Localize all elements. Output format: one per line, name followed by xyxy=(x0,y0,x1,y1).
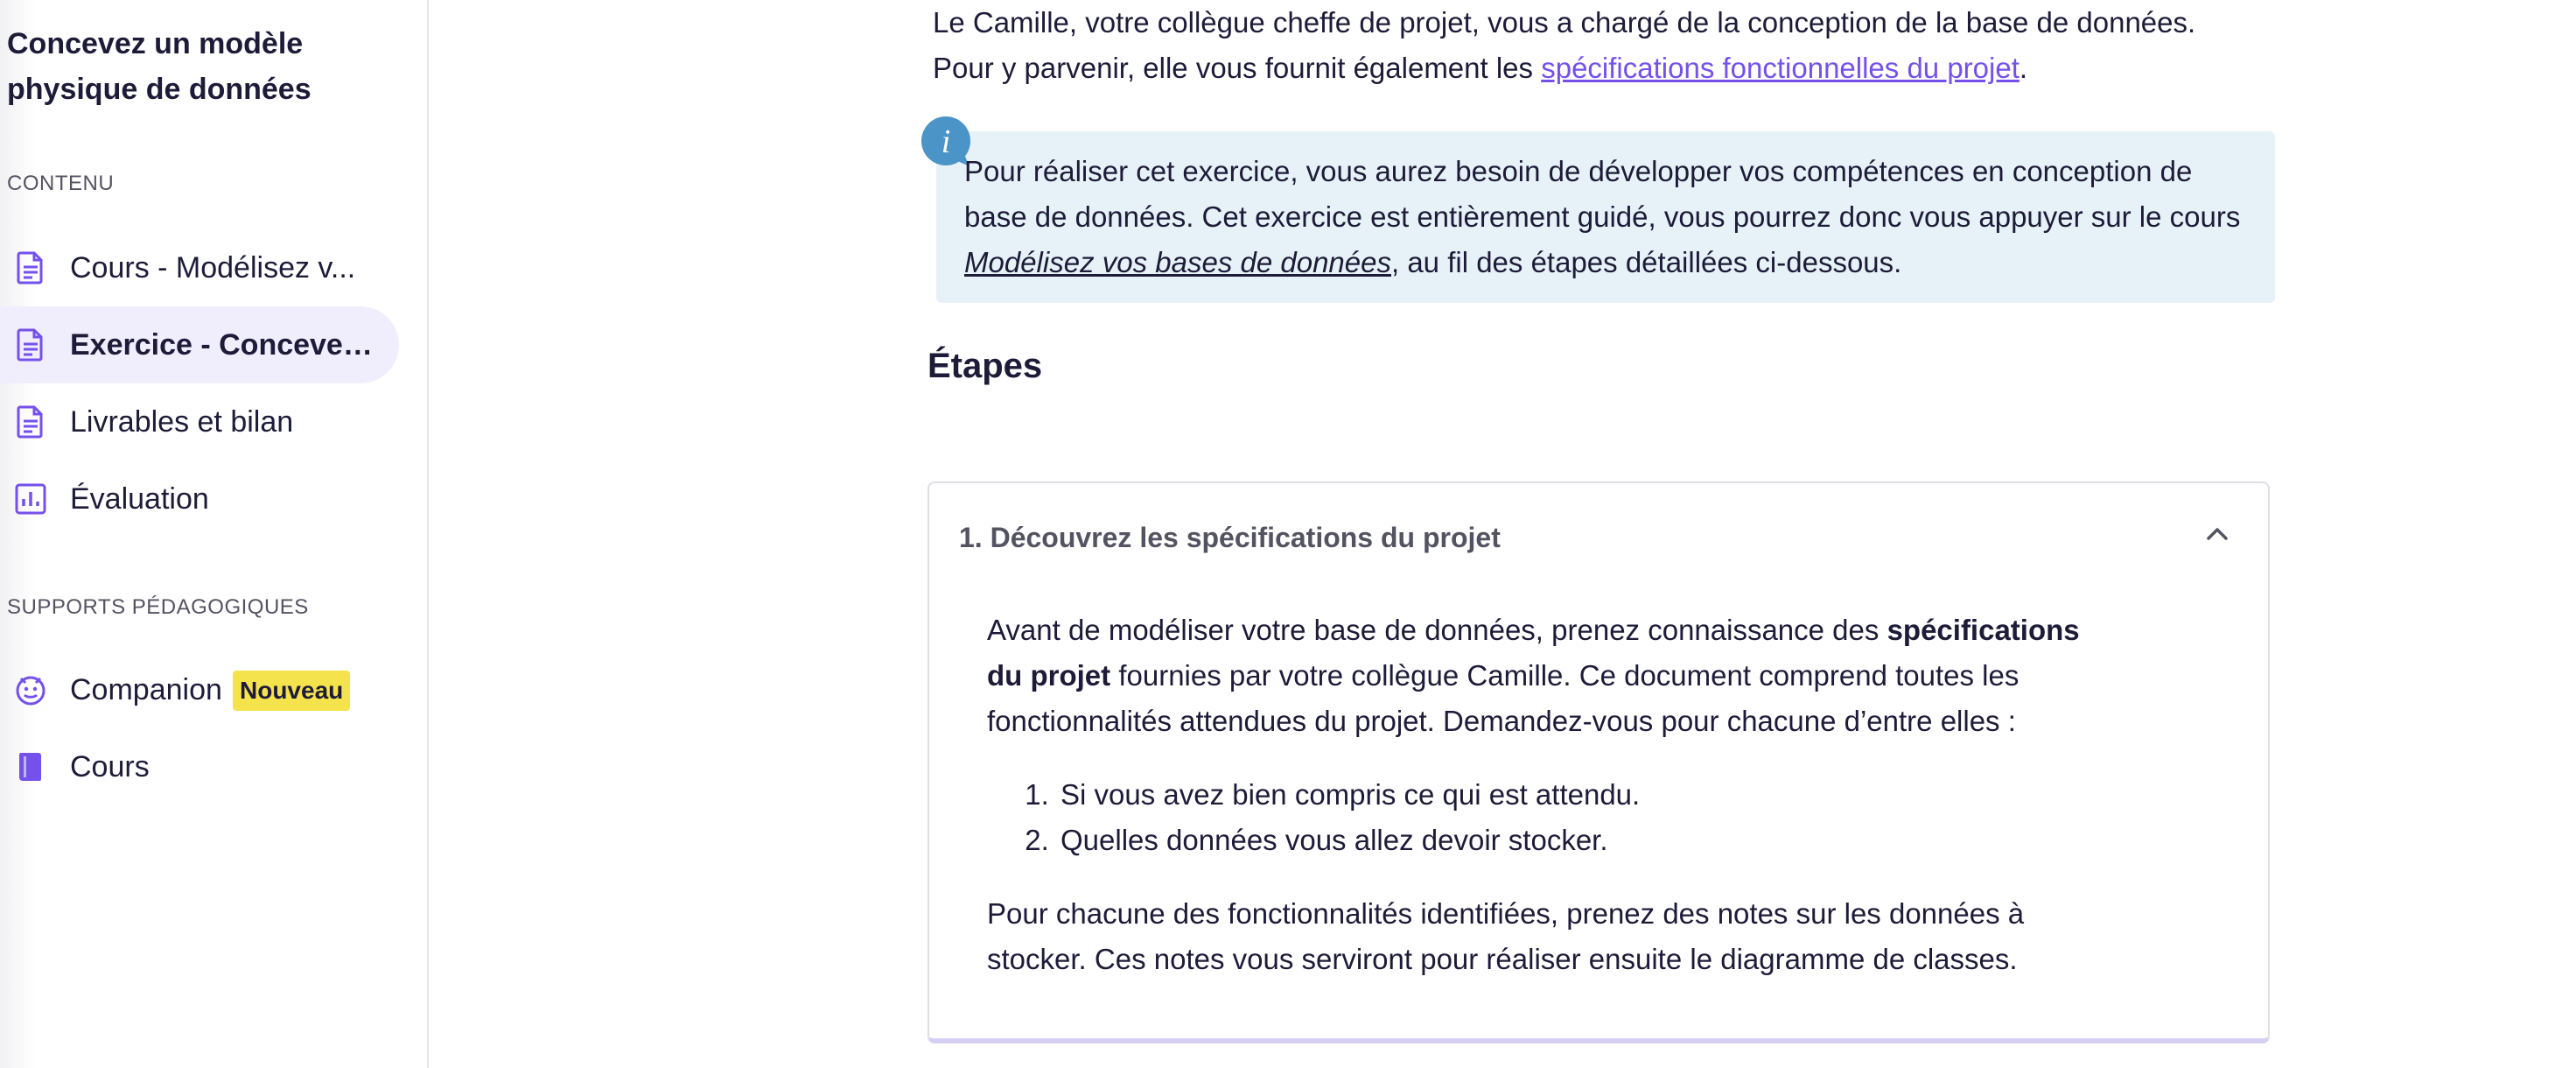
sidebar-item-companion[interactable]: Companion Nouveau xyxy=(0,651,399,728)
step-1-paragraph-2: Pour chacune des fonctionnalités identif… xyxy=(987,897,2025,975)
sidebar-item-cours[interactable]: Cours - Modélisez v... xyxy=(0,229,399,306)
course-title: Concevez un modèle physique de données xyxy=(7,27,312,106)
intro-text: Pour y parvenir, elle vous fournit égale… xyxy=(933,52,1542,84)
sidebar-item-label: Companion xyxy=(70,672,222,706)
step-1-accordion: 1. Découvrez les spécifications du proje… xyxy=(928,481,2270,1043)
document-icon xyxy=(7,321,54,369)
step-1-header[interactable]: 1. Découvrez les spécifications du proje… xyxy=(929,483,2268,597)
intro-line-1: Le Camille, votre collègue cheffe de pro… xyxy=(933,6,2196,39)
info-text-end: , au fil des étapes détaillées ci-dessou… xyxy=(1390,246,1902,278)
step-1-paragraph-1: Avant de modéliser votre base de données… xyxy=(987,608,2116,744)
svg-text:i: i xyxy=(942,123,951,160)
list-item: Quelles données vous allez devoir stocke… xyxy=(1057,818,2116,863)
book-icon xyxy=(7,743,54,790)
chart-icon xyxy=(7,475,54,523)
sidebar-item-exercice[interactable]: Exercice - Concevez... xyxy=(0,306,399,383)
supports-section-label: SUPPORTS PÉDAGOGIQUES xyxy=(7,595,309,619)
document-icon xyxy=(7,398,54,446)
sidebar-item-livrables[interactable]: Livrables et bilan xyxy=(0,383,399,460)
specifications-link[interactable]: spécifications fonctionnelles du projet xyxy=(1541,52,2020,84)
sidebar: Concevez un modèle physique de données C… xyxy=(0,0,429,1068)
intro-line-2: Pour y parvenir, elle vous fournit égale… xyxy=(933,46,2245,91)
intro-text-end: . xyxy=(2019,52,2028,84)
sidebar-item-label: Exercice - Concevez... xyxy=(70,327,376,362)
step-1-body: Avant de modéliser votre base de données… xyxy=(987,608,2116,982)
sidebar-item-label: Cours - Modélisez v... xyxy=(70,250,356,285)
new-badge: Nouveau xyxy=(233,671,351,711)
companion-icon xyxy=(7,666,54,713)
main-content: Le Camille, votre collègue cheffe de pro… xyxy=(430,0,2576,1068)
info-text-start: Pour réaliser cet exercice, vous aurez b… xyxy=(964,155,2241,233)
content-section-label: CONTENU xyxy=(7,172,115,195)
sidebar-item-evaluation[interactable]: Évaluation xyxy=(0,460,399,538)
list-item: Si vous avez bien compris ce qui est att… xyxy=(1057,772,2116,818)
info-text: Pour réaliser cet exercice, vous aurez b… xyxy=(964,149,2259,285)
app-root: Concevez un modèle physique de données C… xyxy=(0,0,2576,1068)
step-1-text-end: fournies par votre collègue Camille. Ce … xyxy=(987,659,2020,737)
chevron-up-icon[interactable] xyxy=(2203,520,2231,548)
step-1-title: 1. Découvrez les spécifications du proje… xyxy=(959,522,1501,553)
sidebar-item-label: Évaluation xyxy=(70,481,209,516)
step-1-text: Avant de modéliser votre base de données… xyxy=(987,614,1887,646)
sidebar-item-label: Livrables et bilan xyxy=(70,404,294,439)
steps-heading: Étapes xyxy=(928,347,1043,385)
course-link[interactable]: Modélisez vos bases de données xyxy=(964,246,1391,278)
step-1-list: Si vous avez bien compris ce qui est att… xyxy=(1057,772,2116,863)
sidebar-item-cours-support[interactable]: Cours xyxy=(0,728,399,805)
document-icon xyxy=(7,244,54,292)
sidebar-item-label: Cours xyxy=(70,749,150,783)
